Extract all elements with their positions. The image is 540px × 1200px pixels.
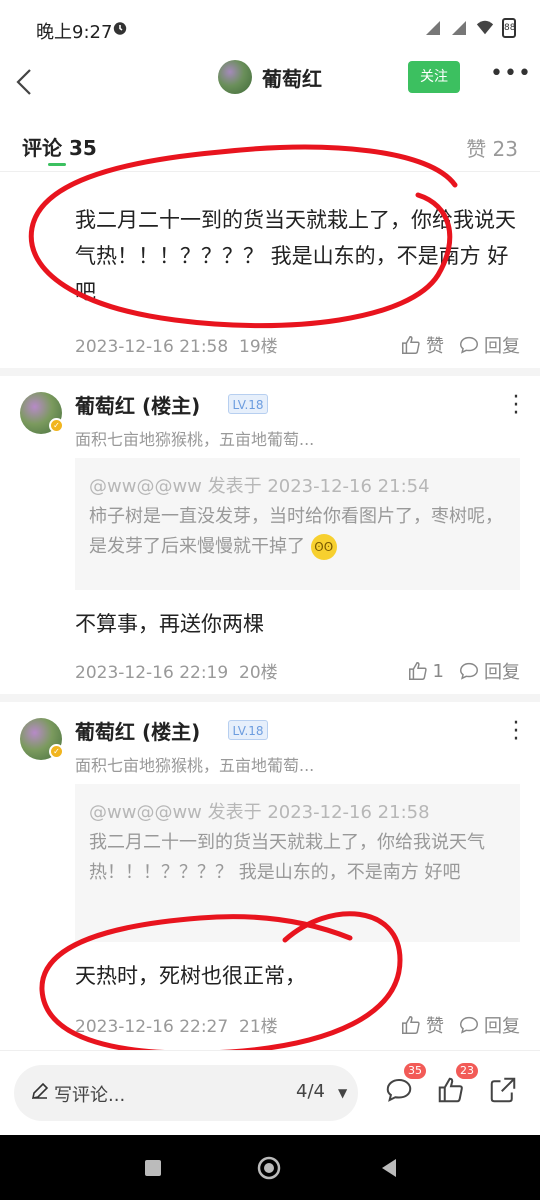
divider [0,368,540,376]
thumb-up-icon [438,1077,463,1103]
comment-text[interactable]: 天热时，死树也很正常， [75,958,525,994]
comment-item: 我二月二十一到的货当天就栽上了，你给我说天气热！！！？？？？ 我是山东的，不是南… [0,172,540,368]
page-indicator[interactable]: 4/4 [296,1081,325,1102]
author-name[interactable]: 葡萄红 (楼主) [75,716,200,745]
nav-user[interactable]: 葡萄红 [218,60,322,94]
status-bar: 晚上9:27 88 [0,0,540,58]
avatar[interactable] [218,60,252,94]
like-button[interactable]: 赞 [400,332,444,358]
quote-text: 我二月二十一到的货当天就栽上了，你给我说天气热！！！？？？？ 我是山东的，不是南… [89,832,485,883]
thumb-up-icon [402,1016,420,1034]
comment-meta: 2023-12-16 22:19 20楼 [75,658,278,683]
like-post-button[interactable] [436,1075,466,1105]
comment-text[interactable]: 不算事，再送你两棵 [75,606,525,642]
level-badge: LV.18 [228,394,268,414]
comment-actions: 赞 回复 [400,1012,520,1038]
tab-indicator [48,163,66,166]
divider [0,694,540,702]
reply-label: 回复 [484,1016,520,1037]
nav-bar: 葡萄红 关注 ••• [0,58,540,118]
comment-floor: 20楼 [239,663,278,683]
comment-meta: 2023-12-16 21:58 19楼 [75,332,278,357]
reply-bubble-icon [460,336,478,354]
battery-level: 88 [504,23,516,33]
quote-box[interactable]: @ww@@ww 发表于 2023-12-16 21:54 柿子树是一直没发芽，当… [75,458,520,590]
comment-floor: 19楼 [239,337,278,357]
more-options-button[interactable]: ••• [490,63,531,93]
emoji-icon: ʘʘ [310,534,337,560]
status-icons: 88 [424,18,516,38]
chevron-left-icon [16,69,31,95]
share-icon [490,1077,516,1103]
comment-text[interactable]: 我二月二十一到的货当天就栽上了，你给我说天气热！！！？？？？ 我是山东的，不是南… [75,202,525,310]
quote-header: @ww@@ww 发表于 2023-12-16 21:58 [89,802,430,823]
pen-icon [31,1082,49,1100]
comments-button[interactable] [384,1075,414,1105]
write-comment-placeholder: 写评论... [54,1085,126,1106]
like-count: 1 [432,660,444,682]
author-description: 面积七亩地猕猴桃，五亩地葡萄... [75,430,315,449]
level-badge: LV.18 [228,720,268,740]
follow-button[interactable]: 关注 [408,61,460,93]
bottom-bar: 写评论... 4/4 ▼ 35 23 [0,1050,540,1135]
comment-item: ✓ 葡萄红 (楼主) LV.18 · · · 面积七亩地猕猴桃，五亩地葡萄... @… [0,702,540,1048]
like-label: 赞 [426,1016,444,1037]
comment-timestamp: 2023-12-16 21:58 [75,337,229,357]
reply-button[interactable]: 回复 [458,332,520,358]
reply-button[interactable]: 回复 [458,1012,520,1038]
comment-bubble-icon [386,1078,412,1102]
system-nav-bar [0,1135,540,1200]
quote-body: 柿子树是一直没发芽，当时给你看图片了，枣树呢，是发芽了后来慢慢就干掉了 ʘʘ [89,502,506,562]
signal-icon [426,21,440,35]
comment-meta: 2023-12-16 22:27 21楼 [75,1012,278,1037]
comment-more-button[interactable]: · · · [508,387,524,425]
alarm-icon [112,20,128,40]
tab-likes[interactable]: 赞 23 [466,133,518,162]
author-name[interactable]: 葡萄红 (楼主) [75,390,200,419]
tab-bar: 评论 35 赞 23 [0,118,540,172]
reply-label: 回复 [484,336,520,357]
wifi-icon [476,20,494,35]
share-button[interactable] [488,1075,518,1105]
comment-actions: 赞 回复 [400,332,520,358]
thumb-up-icon [408,662,427,680]
comment-count-badge: 35 [404,1063,426,1079]
signal-icon-2 [452,21,466,35]
comment-item: ✓ 葡萄红 (楼主) LV.18 · · · 面积七亩地猕猴桃，五亩地葡萄... @… [0,376,540,690]
verified-badge-icon: ✓ [49,744,64,759]
back-button[interactable] [6,62,46,112]
comment-timestamp: 2023-12-16 22:27 [75,1017,229,1037]
comment-more-button[interactable]: · · · [508,713,524,751]
like-count-badge: 23 [456,1063,478,1079]
reply-button[interactable]: 回复 [458,658,520,684]
comment-timestamp: 2023-12-16 22:19 [75,663,229,683]
like-button[interactable]: 赞 [400,1012,444,1038]
like-button[interactable]: 1 [407,660,444,682]
comment-actions: 1 回复 [407,658,520,684]
quote-box[interactable]: @ww@@ww 发表于 2023-12-16 21:58 我二月二十一到的货当天… [75,784,520,942]
back-triangle-icon[interactable] [376,1155,402,1181]
home-icon[interactable] [256,1155,282,1181]
like-label: 赞 [426,336,444,357]
battery-icon: 88 [502,18,516,38]
comment-floor: 21楼 [239,1017,278,1037]
reply-label: 回复 [484,662,520,683]
reply-bubble-icon [460,1016,478,1034]
verified-badge-icon: ✓ [49,418,64,433]
write-comment-input[interactable]: 写评论... 4/4 ▼ [14,1065,358,1121]
thumb-up-icon [402,336,420,354]
reply-bubble-icon [460,662,478,680]
recents-icon[interactable] [140,1155,166,1181]
tab-comments[interactable]: 评论 35 [22,132,97,161]
quote-text: 柿子树是一直没发芽，当时给你看图片了，枣树呢，是发芽了后来慢慢就干掉了 [89,506,503,557]
author-description: 面积七亩地猕猴桃，五亩地葡萄... [75,756,315,775]
nav-title: 葡萄红 [262,66,322,91]
status-time: 晚上9:27 [36,22,113,43]
caret-down-icon[interactable]: ▼ [338,1081,347,1105]
quote-header: @ww@@ww 发表于 2023-12-16 21:54 [89,476,430,497]
